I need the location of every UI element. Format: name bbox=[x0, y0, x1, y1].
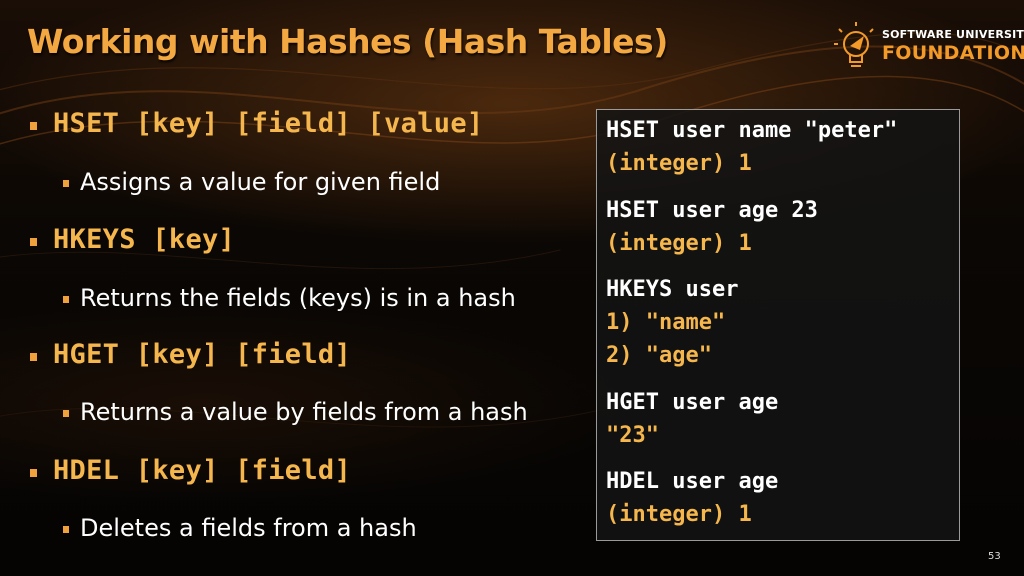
code-line: HSET user age 23 bbox=[606, 198, 818, 223]
bullet-text: HGET [key] [field] bbox=[53, 339, 351, 370]
code-line: HKEYS user bbox=[606, 277, 739, 302]
code-line: (integer) 1 bbox=[606, 231, 752, 256]
code-line: HDEL user age bbox=[606, 469, 779, 494]
logo-text-top: SOFTWARE UNIVERSITY bbox=[882, 28, 1024, 41]
code-example-box: HSET user name "peter" (integer) 1 HSET … bbox=[596, 109, 960, 541]
bullet-text: Returns a value by fields from a hash bbox=[80, 398, 528, 426]
bullet-text: Deletes a fields from a hash bbox=[80, 514, 417, 542]
bullet-square-icon bbox=[30, 469, 37, 477]
bullet-text: HSET [key] [field] [value] bbox=[53, 108, 484, 139]
page-number: 53 bbox=[988, 551, 1001, 562]
bullet-square-icon bbox=[63, 410, 69, 417]
code-line: HGET user age bbox=[606, 390, 779, 415]
bullet-text: Returns the fields (keys) is in a hash bbox=[80, 284, 516, 312]
software-university-logo: SOFTWARE UNIVERSITY FOUNDATION bbox=[826, 20, 1024, 76]
bullet-square-icon bbox=[63, 296, 69, 303]
bullet-square-icon bbox=[30, 238, 37, 246]
bullet-square-icon bbox=[63, 526, 69, 533]
code-line: 1) "name" bbox=[606, 310, 726, 335]
code-line: (integer) 1 bbox=[606, 151, 752, 176]
code-line: "23" bbox=[606, 423, 659, 448]
code-line: HSET user name "peter" bbox=[606, 118, 898, 143]
bullet-text: HKEYS [key] bbox=[53, 224, 236, 255]
code-line: (integer) 1 bbox=[606, 502, 752, 527]
logo-text-bottom: FOUNDATION bbox=[882, 42, 1024, 64]
slide-title: Working with Hashes (Hash Tables) bbox=[27, 22, 668, 61]
bullet-square-icon bbox=[30, 353, 37, 361]
bullet-square-icon bbox=[63, 180, 69, 187]
code-line: 2) "age" bbox=[606, 343, 712, 368]
bullet-text: HDEL [key] [field] bbox=[53, 455, 351, 486]
lightbulb-icon bbox=[834, 22, 874, 67]
bullet-text: Assigns a value for given field bbox=[80, 168, 441, 196]
bullet-square-icon bbox=[30, 122, 37, 130]
slide: Working with Hashes (Hash Tables) SOFTWA… bbox=[0, 0, 1024, 576]
